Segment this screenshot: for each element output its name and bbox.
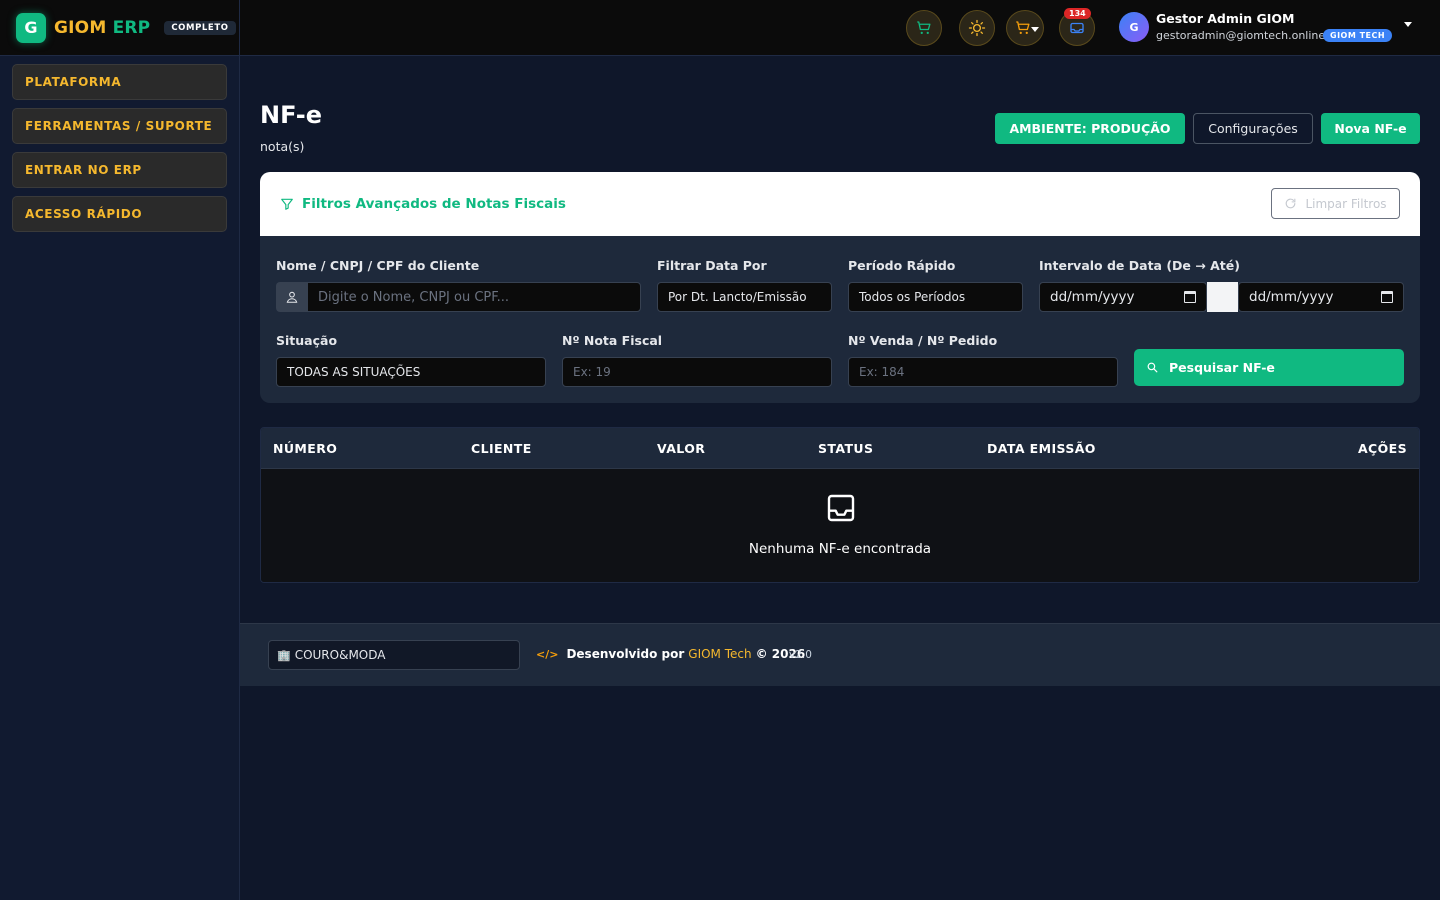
client-filter-label: Nome / CNPJ / CPF do Cliente: [276, 258, 480, 273]
cart-menu-button[interactable]: [1006, 10, 1044, 46]
notification-count-badge: 134: [1064, 8, 1091, 19]
plan-badge: COMPLETO: [164, 20, 236, 35]
date-from-input[interactable]: dd/mm/yyyy: [1039, 282, 1207, 312]
company-selector[interactable]: 🏢 COURO&MODA: [268, 640, 520, 670]
environment-button[interactable]: AMBIENTE: PRODUÇÃO: [995, 113, 1185, 144]
empty-state: Nenhuma NF-e encontrada: [261, 469, 1419, 582]
app-version: v2.0: [789, 649, 812, 661]
code-icon: </>: [536, 647, 559, 661]
search-nfe-button[interactable]: Pesquisar NF-e: [1134, 349, 1404, 386]
date-interval-label: Intervalo de Data (De → Até): [1039, 258, 1240, 273]
building-icon: 🏢: [277, 648, 291, 662]
user-menu-chevron-icon[interactable]: [1404, 22, 1412, 27]
nfe-table: NÚMERO CLIENTE VALOR STATUS DATA EMISSÃO…: [260, 427, 1420, 583]
invoice-number-label: Nº Nota Fiscal: [562, 333, 663, 348]
company-name: COURO&MODA: [294, 648, 386, 662]
date-to-input[interactable]: dd/mm/yyyy: [1238, 282, 1404, 312]
cart-menu-icon: [1016, 21, 1030, 34]
calendar-icon[interactable]: [1184, 291, 1196, 303]
sidebar-item-ferramentas-suporte[interactable]: FERRAMENTAS / SUPORTE: [12, 108, 227, 144]
user-name: Gestor Admin GIOM: [1156, 11, 1295, 26]
notification-icon: [1070, 22, 1084, 34]
column-header-valor[interactable]: VALOR: [657, 441, 705, 456]
date-by-label: Filtrar Data Por: [657, 258, 767, 273]
column-header-data-emissao[interactable]: DATA EMISSÃO: [987, 441, 1096, 456]
filter-icon: [281, 198, 293, 210]
sidebar: G GIOM ERP COMPLETO PLATAFORMA FERRAMENT…: [0, 0, 240, 900]
cart-button[interactable]: [906, 10, 942, 46]
date-from-placeholder: dd/mm/yyyy: [1050, 289, 1135, 305]
invoice-number-input[interactable]: Ex: 19: [562, 357, 832, 387]
dev-brand-link[interactable]: GIOM Tech: [688, 647, 751, 661]
user-email: gestoradmin@giomtech.online: [1156, 29, 1326, 42]
brand-name-main: GIOM: [54, 17, 107, 38]
clear-filters-label: Limpar Filtros: [1305, 196, 1387, 211]
settings-button[interactable]: Configurações: [1193, 113, 1313, 144]
column-header-numero[interactable]: NÚMERO: [273, 441, 337, 456]
empty-state-message: Nenhuma NF-e encontrada: [748, 541, 932, 557]
filters-header: Filtros Avançados de Notas Fiscais Limpa…: [260, 172, 1420, 236]
refresh-icon: [1286, 198, 1296, 209]
chevron-down-icon: [1031, 27, 1039, 32]
client-search-input[interactable]: Digite o Nome, CNPJ ou CPF...: [307, 282, 641, 312]
order-number-label: Nº Venda / Nº Pedido: [848, 333, 998, 348]
inbox-icon: [827, 494, 855, 522]
main-content: NF-e nota(s) AMBIENTE: PRODUÇÃO Configur…: [240, 56, 1440, 900]
table-header: NÚMERO CLIENTE VALOR STATUS DATA EMISSÃO…: [261, 428, 1419, 469]
column-header-status[interactable]: STATUS: [818, 441, 873, 456]
date-by-select[interactable]: Por Dt. Lancto/Emissão: [657, 282, 832, 312]
user-icon: [286, 291, 297, 303]
sidebar-menu: PLATAFORMA FERRAMENTAS / SUPORTE ENTRAR …: [0, 56, 239, 232]
calendar-icon[interactable]: [1381, 291, 1393, 303]
avatar[interactable]: G: [1119, 12, 1149, 42]
sidebar-item-entrar-no-erp[interactable]: ENTRAR NO ERP: [12, 152, 227, 188]
clear-filters-button[interactable]: Limpar Filtros: [1271, 188, 1400, 219]
order-number-input[interactable]: Ex: 184: [848, 357, 1118, 387]
topbar: 134 G Gestor Admin GIOM gestoradmin@giom…: [240, 0, 1440, 56]
quick-period-select[interactable]: Todos os Períodos: [848, 282, 1023, 312]
date-range-separator: [1207, 282, 1238, 312]
column-header-acoes: AÇÕES: [1357, 441, 1407, 456]
theme-toggle-button[interactable]: [959, 10, 995, 46]
page-title: NF-e: [260, 101, 322, 129]
filters-panel: Filtros Avançados de Notas Fiscais Limpa…: [260, 172, 1420, 403]
status-label: Situação: [276, 333, 338, 348]
dev-prefix: Desenvolvido por: [566, 647, 685, 661]
brand[interactable]: G GIOM ERP COMPLETO: [0, 0, 239, 56]
client-field-icon-box: [276, 282, 307, 312]
sidebar-item-plataforma[interactable]: PLATAFORMA: [12, 64, 227, 100]
filters-title: Filtros Avançados de Notas Fiscais: [302, 196, 566, 212]
cart-icon: [917, 21, 931, 34]
developer-credit: </> Desenvolvido por GIOM Tech © 2026: [536, 647, 805, 661]
brand-name-accent: ERP: [112, 17, 151, 38]
column-header-cliente[interactable]: CLIENTE: [471, 441, 532, 456]
notifications-button[interactable]: 134: [1059, 8, 1095, 46]
search-nfe-label: Pesquisar NF-e: [1169, 360, 1275, 375]
status-select[interactable]: TODAS AS SITUAÇÕES: [276, 357, 546, 387]
sun-icon: [968, 19, 986, 37]
org-badge: GIOM TECH: [1323, 29, 1393, 42]
search-icon: [1147, 362, 1158, 373]
page-subtitle: nota(s): [260, 139, 305, 154]
quick-period-label: Período Rápido: [848, 258, 956, 273]
brand-name: GIOM ERP: [54, 18, 150, 38]
date-to-placeholder: dd/mm/yyyy: [1249, 289, 1334, 305]
sidebar-item-acesso-rapido[interactable]: ACESSO RÁPIDO: [12, 196, 227, 232]
footer: 🏢 COURO&MODA </> Desenvolvido por GIOM T…: [240, 623, 1440, 686]
brand-logo: G: [16, 12, 46, 43]
new-nfe-button[interactable]: Nova NF-e: [1321, 113, 1420, 144]
